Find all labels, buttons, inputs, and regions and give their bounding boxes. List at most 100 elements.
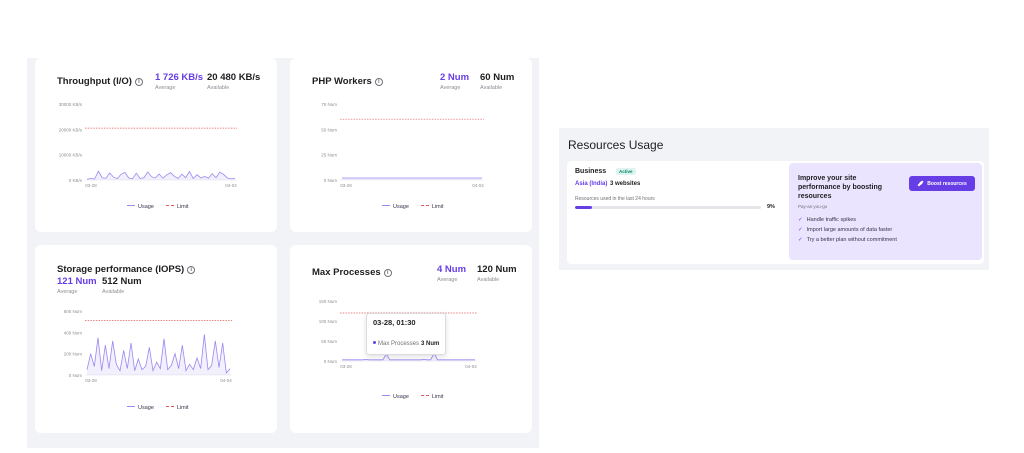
- php-workers-card: PHP Workers i 2 Num Average 60 Num Availa…: [290, 58, 532, 232]
- resources-usage-title: Resources Usage: [568, 138, 664, 152]
- x-tick-label: 03-28: [85, 378, 97, 383]
- info-icon[interactable]: i: [134, 78, 143, 86]
- check-icon: ✓: [798, 227, 803, 233]
- resources-usage-panel: Resources Usage Business Active Asia (In…: [559, 128, 989, 270]
- usage-percent: 9%: [767, 204, 775, 210]
- tooltip-row: Max Processes 3 Num: [373, 341, 439, 347]
- y-tick-label: 50 Num: [321, 339, 337, 344]
- legend-usage: Usage: [382, 394, 409, 400]
- legend-limit: Limit: [165, 405, 189, 411]
- y-tick-label: 25 Num: [321, 153, 337, 158]
- info-icon[interactable]: i: [383, 269, 392, 277]
- available-value: 512 Num: [102, 276, 142, 287]
- card-title: Storage performance (IOPS) i: [57, 264, 196, 275]
- x-tick-label: 03-28: [85, 183, 97, 188]
- available-stat: 20 480 KB/s Available: [207, 72, 260, 91]
- available-label: Available: [477, 277, 500, 283]
- y-tick-label: 0 Num: [324, 178, 338, 183]
- card-title: PHP Workers i: [312, 76, 383, 87]
- card-title: Max Processes i: [312, 267, 392, 278]
- y-tick-label: 50 Num: [321, 127, 337, 132]
- chart-legend: Usage Limit: [382, 394, 444, 400]
- y-tick-label: 100 Num: [319, 319, 338, 324]
- y-tick-label: 30000 KB/s: [59, 102, 83, 107]
- available-value: 20 480 KB/s: [207, 72, 261, 83]
- plan-name: Business: [575, 168, 607, 175]
- available-value: 120 Num: [477, 264, 517, 275]
- average-label: Average: [57, 289, 78, 295]
- average-stat: 121 Num Average: [57, 276, 97, 295]
- average-value: 121 Num: [57, 276, 97, 287]
- chart-legend: Usage Limit: [382, 204, 444, 210]
- y-tick-label: 400 Num: [64, 330, 83, 335]
- x-tick-label: 04-04: [465, 364, 477, 369]
- usage-caption: Resources used in the last 24 hours: [575, 196, 655, 202]
- throughput-chart: 30000 KB/s 20000 KB/s 10000 KB/s 0 KB/s03-2…: [59, 102, 238, 188]
- x-tick-label: 03-28: [340, 183, 352, 188]
- average-label: Average: [155, 85, 176, 91]
- legend-limit: Limit: [165, 204, 189, 210]
- legend-limit: Limit: [420, 204, 444, 210]
- available-value: 60 Num: [480, 72, 515, 83]
- benefit-item: ✓ Handle traffic spikes: [798, 217, 857, 223]
- average-stat: 2 Num Average: [440, 72, 469, 91]
- upsell-subtitle: Pay-as-you-go: [798, 204, 828, 209]
- php-workers-chart: 75 Num 50 Num 25 Num 0 Num03-28 04-04: [321, 102, 484, 188]
- average-value: 1 726 KB/s: [155, 72, 204, 83]
- check-icon: ✓: [798, 217, 803, 223]
- usage-progress-bar: [575, 206, 761, 209]
- y-tick-label: 0 Num: [324, 359, 338, 364]
- y-tick-label: 600 Num: [64, 309, 83, 314]
- plan-status-badge: Active: [616, 168, 636, 175]
- x-tick-label: 04-04: [220, 378, 232, 383]
- chart-legend: Usage Limit: [127, 405, 189, 411]
- x-tick-label: 04-04: [225, 183, 237, 188]
- y-tick-label: 0 KB/s: [69, 178, 83, 183]
- y-tick-label: 200 Num: [64, 352, 83, 357]
- info-icon[interactable]: i: [374, 78, 383, 86]
- average-stat: 1 726 KB/s Average: [155, 72, 203, 91]
- boost-button-label: Boost resources: [927, 180, 967, 187]
- x-tick-label: 04-04: [472, 183, 484, 188]
- tooltip-title: 03-28, 01:30: [373, 318, 416, 327]
- y-tick-label: 10000 KB/s: [59, 153, 83, 158]
- available-label: Available: [102, 289, 125, 295]
- y-tick-label: 75 Num: [321, 102, 337, 107]
- plan-region-link[interactable]: Asia (India): [575, 181, 607, 187]
- legend-usage: Usage: [127, 204, 154, 210]
- available-stat: 120 Num Available: [477, 264, 517, 283]
- max-processes-card: Max Processes i 4 Num Average 120 Num Ava…: [290, 245, 532, 433]
- boost-resources-button[interactable]: Boost resources: [909, 176, 975, 191]
- x-tick-label: 03-28: [340, 364, 352, 369]
- plan-card: Business Active Asia (India) 3 websites …: [567, 161, 984, 264]
- benefit-item: ✓ Import large amounts of data faster: [798, 227, 893, 233]
- legend-limit: Limit: [420, 394, 444, 400]
- chart-legend: Usage Limit: [127, 204, 189, 210]
- y-tick-label: 20000 KB/s: [59, 127, 83, 132]
- y-tick-label: 150 Num: [319, 299, 338, 304]
- available-stat: 60 Num Available: [480, 72, 514, 91]
- storage-card: Storage performance (IOPS) i 121 Num Aver…: [35, 245, 277, 433]
- average-label: Average: [440, 85, 461, 91]
- average-value: 2 Num: [440, 72, 470, 83]
- legend-usage: Usage: [382, 204, 409, 210]
- average-stat: 4 Num Average: [437, 264, 466, 283]
- usage-progress-fill: [575, 206, 592, 209]
- card-title: Throughput (I/O) i: [57, 76, 143, 87]
- y-tick-label: 0 Num: [69, 373, 83, 378]
- info-icon[interactable]: i: [187, 266, 196, 274]
- benefit-item: ✓ Try a better plan without commitment: [798, 237, 897, 243]
- available-stat: 512 Num Available: [102, 276, 142, 295]
- average-value: 4 Num: [437, 264, 467, 275]
- available-label: Available: [480, 85, 503, 91]
- throughput-card: Throughput (I/O) i 1 726 KB/s Average 20 …: [35, 58, 277, 232]
- average-label: Average: [437, 277, 458, 283]
- storage-chart: 600 Num 400 Num 200 Num 0 Num03-28 04-04: [64, 309, 233, 383]
- upsell-title: Improve your site performance by boostin…: [798, 175, 883, 200]
- check-icon: ✓: [798, 237, 803, 243]
- rocket-icon: [917, 180, 924, 187]
- plan-websites-count: 3 websites: [610, 181, 641, 187]
- available-label: Available: [207, 85, 230, 91]
- chart-tooltip: 03-28, 01:30 Max Processes 3 Num: [366, 313, 447, 355]
- legend-usage: Usage: [127, 405, 154, 411]
